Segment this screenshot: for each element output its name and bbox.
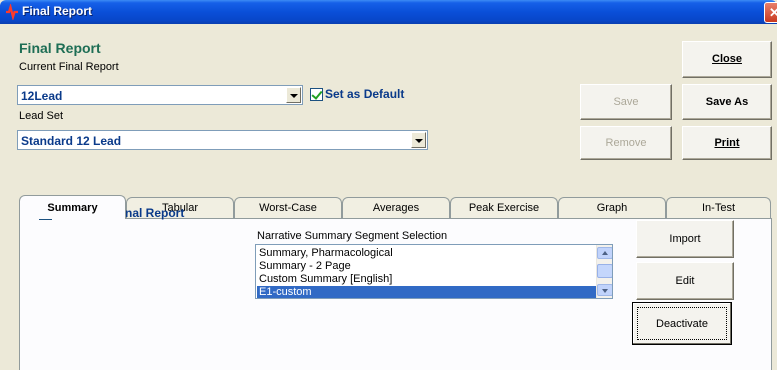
lead-set-select[interactable]: Standard 12 Lead	[17, 130, 428, 150]
tab-worst-case[interactable]: Worst-Case	[234, 197, 342, 219]
tab-graph[interactable]: Graph	[558, 197, 666, 219]
tab-peak-exercise[interactable]: Peak Exercise	[450, 197, 558, 219]
current-report-label: Current Final Report	[19, 61, 119, 73]
tab-averages[interactable]: Averages	[342, 197, 450, 219]
page-title: Final Report	[19, 40, 101, 56]
current-report-select[interactable]: 12Lead	[17, 85, 303, 105]
narrative-selection-label: Narrative Summary Segment Selection	[257, 230, 448, 242]
list-scrollbar[interactable]	[596, 245, 612, 298]
remove-button[interactable]: Remove	[580, 126, 672, 160]
tab-summary[interactable]: Summary	[19, 195, 126, 219]
print-button[interactable]: Print	[682, 126, 772, 160]
close-icon[interactable]: ✕	[764, 2, 777, 23]
window-title: Final Report	[22, 4, 93, 18]
import-button[interactable]: Import	[636, 220, 734, 258]
lead-set-value: Standard 12 Lead	[21, 134, 122, 148]
current-report-value: 12Lead	[21, 89, 63, 103]
chevron-down-icon[interactable]	[286, 87, 301, 103]
set-default-label: Set as Default	[325, 87, 405, 101]
scroll-down-icon[interactable]	[597, 284, 612, 296]
scroll-up-icon[interactable]	[597, 247, 612, 259]
tab-in-test[interactable]: In-Test	[666, 197, 771, 219]
narrative-summary-list[interactable]: Summary, Pharmacological Summary - 2 Pag…	[255, 244, 613, 299]
edit-button[interactable]: Edit	[636, 262, 734, 300]
list-item[interactable]: Summary, Pharmacological	[257, 247, 393, 259]
lead-set-label: Lead Set	[19, 110, 64, 122]
scroll-thumb[interactable]	[597, 264, 612, 278]
save-as-button[interactable]: Save As	[682, 84, 772, 120]
set-default-checkbox[interactable]	[310, 88, 323, 101]
close-button[interactable]: Close	[682, 41, 772, 78]
save-button[interactable]: Save	[580, 84, 672, 120]
list-item-selected[interactable]: E1-custom	[257, 286, 596, 298]
list-item[interactable]: Custom Summary [English]	[257, 273, 392, 285]
chevron-down-icon[interactable]	[411, 132, 426, 148]
title-bar[interactable]: Final Report ✕	[0, 0, 777, 24]
deactivate-button[interactable]: Deactivate	[632, 302, 732, 345]
report-app-icon	[6, 4, 18, 20]
final-report-window: Final Report ✕ Final Report Current Fina…	[0, 0, 777, 370]
list-item[interactable]: Summary - 2 Page	[257, 260, 351, 272]
